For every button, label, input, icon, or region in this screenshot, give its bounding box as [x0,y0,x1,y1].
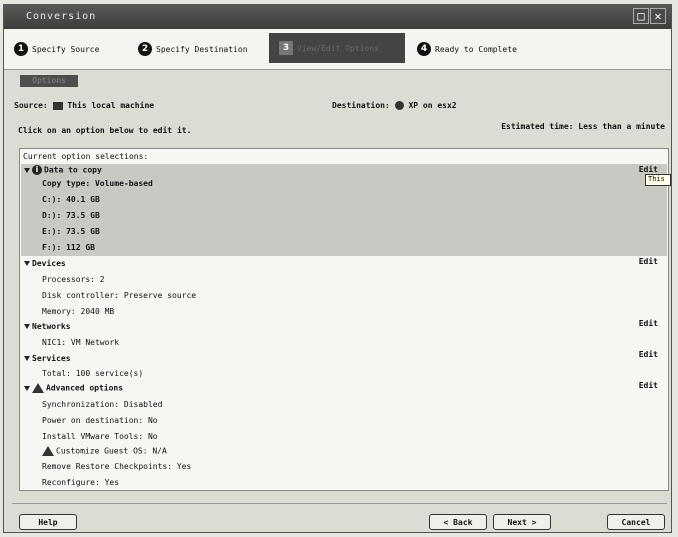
source-info: Source: This local machine [14,101,154,110]
tab-options[interactable]: Options [20,75,78,87]
step-label: View/Edit Options [297,43,379,53]
cancel-button[interactable]: Cancel [607,514,665,530]
next-button[interactable]: Next > [493,514,551,530]
edit-devices-link[interactable]: Edit [639,257,658,266]
conversion-window: Conversion □ ✕ 1 Specify Source 2 Specif… [3,4,672,533]
step-number-icon: 2 [138,42,152,56]
warning-icon [42,446,54,456]
step-label: Specify Destination [156,44,248,54]
computer-icon [52,101,63,110]
estimated-time: Estimated time: Less than a minute [501,122,665,131]
section-title: Advanced options [46,383,124,393]
title-bar: Conversion □ ✕ [4,5,671,29]
device-item: Disk controller: Preserve source [42,291,197,300]
expand-icon [24,356,30,361]
section-title: Services [32,354,71,363]
selected-section-highlight [21,164,667,256]
instruction-text: Click on an option below to edit it. [18,126,192,135]
wizard-steps: 1 Specify Source 2 Specify Destination 3… [4,29,671,70]
destination-value: XP on esx2 [408,101,457,110]
maximize-icon[interactable]: □ [633,8,649,24]
window-title: Conversion [26,11,97,22]
section-data-to-copy[interactable]: i Data to copy [24,165,102,175]
close-icon[interactable]: ✕ [650,8,666,24]
section-services[interactable]: Services [24,354,71,363]
source-label: Source: [14,101,48,110]
step-number-icon: 4 [417,42,431,56]
help-button[interactable]: Help [19,514,77,530]
step-number-icon: 1 [14,42,28,56]
volume-item: F:): 112 GB [42,243,95,252]
expand-icon [24,324,30,329]
advanced-item: Reconfigure: Yes [42,478,120,487]
tooltip: This c [645,174,671,186]
section-title: Data to copy [44,165,102,175]
section-advanced-options[interactable]: Advanced options [24,383,123,393]
device-item: Processors: 2 [42,275,105,284]
advanced-item-label: Customize Guest OS: N/A [56,446,167,456]
step-specify-source[interactable]: 1 Specify Source [14,40,99,58]
edit-data-to-copy-link[interactable]: Edit [639,165,658,174]
step-ready-to-complete[interactable]: 4 Ready to Complete [417,40,517,58]
back-button[interactable]: < Back [429,514,487,530]
section-networks[interactable]: Networks [24,322,71,331]
advanced-item: Install VMware Tools: No [42,432,158,441]
advanced-item: Power on destination: No [42,416,158,425]
source-value: This local machine [67,101,155,110]
volume-item: D:): 73.5 GB [42,211,100,220]
destination-info: Destination: XP on esx2 [332,101,457,110]
expand-icon [24,385,30,391]
advanced-item-customize: Customize Guest OS: N/A [42,446,167,456]
copy-type: Copy type: Volume-based [42,179,153,188]
options-panel: Current option selections: i Data to copy… [19,148,671,491]
edit-networks-link[interactable]: Edit [639,319,658,328]
destination-label: Destination: [332,101,390,110]
section-title: Networks [32,322,71,331]
step-label: Specify Source [32,44,100,54]
vm-icon [394,101,404,110]
warning-icon [32,383,44,393]
panel-header: Current option selections: [23,152,149,161]
info-icon: i [32,165,42,175]
section-title: Devices [32,259,66,268]
section-devices[interactable]: Devices [24,259,66,268]
footer-divider [12,503,667,504]
expand-icon [24,261,30,266]
volume-item: C:): 40.1 GB [42,195,100,204]
volume-item: E:): 73.5 GB [42,227,100,236]
step-label: Ready to Complete [435,44,517,54]
advanced-item: Remove Restore Checkpoints: Yes [42,462,192,471]
edit-advanced-options-link[interactable]: Edit [639,381,658,390]
step-specify-destination[interactable]: 2 Specify Destination [138,40,248,58]
edit-services-link[interactable]: Edit [639,350,658,359]
service-item: Total: 100 service(s) [42,369,144,378]
expand-icon [24,167,30,173]
advanced-item: Synchronization: Disabled [42,400,163,409]
device-item: Memory: 2040 MB [42,307,115,316]
network-item: NIC1: VM Network [42,338,120,347]
step-view-edit-options[interactable]: 3 View/Edit Options [269,33,405,63]
step-number-icon: 3 [279,41,293,55]
